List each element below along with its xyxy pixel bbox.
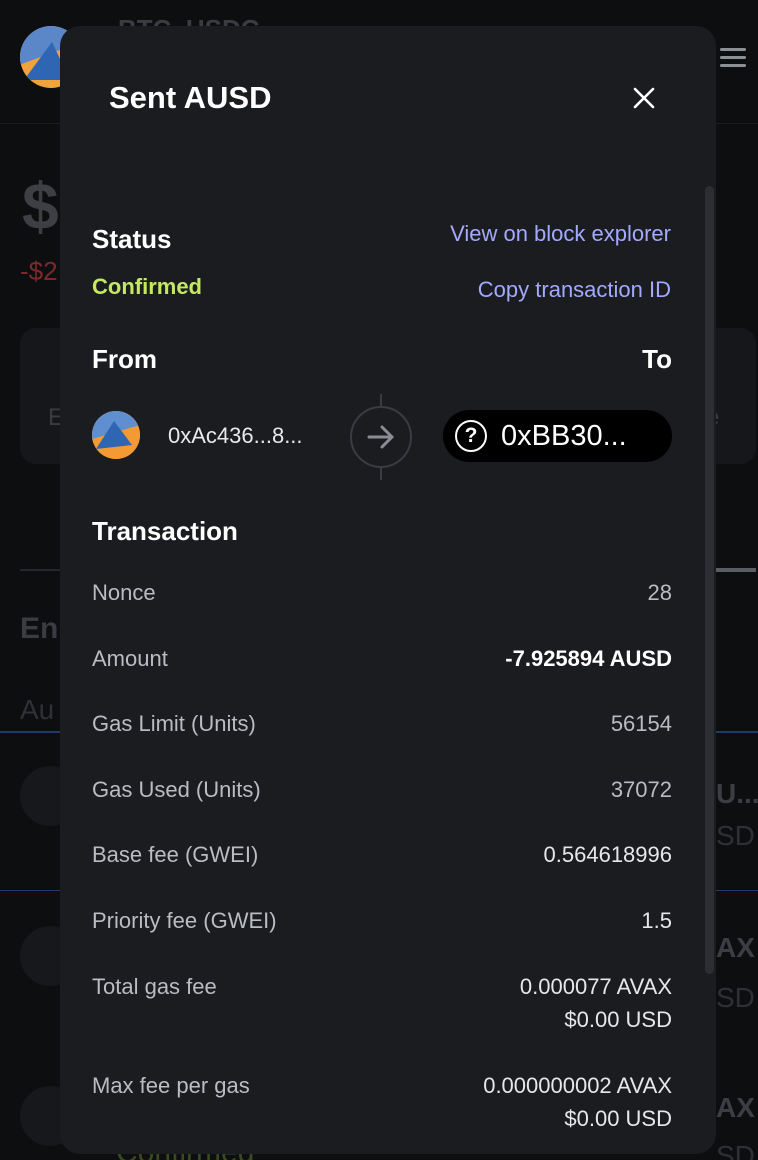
hamburger-menu-icon[interactable] bbox=[720, 48, 746, 72]
list-item-subtitle: SD bbox=[716, 982, 755, 1013]
arrow-right-icon bbox=[367, 425, 394, 449]
from-address[interactable]: 0xAc436...8... bbox=[168, 423, 303, 449]
scrollbar[interactable] bbox=[705, 186, 714, 974]
active-tab-indicator bbox=[716, 568, 756, 572]
max-fee-per-gas-value: 0.000000002 AVAX bbox=[483, 1073, 672, 1098]
priority-fee-value: 1.5 bbox=[641, 908, 672, 933]
total-gas-fee-value: 0.000077 AVAX bbox=[519, 974, 672, 999]
balance-change: -$2 bbox=[20, 256, 58, 286]
list-item-title: AX bbox=[716, 932, 755, 963]
max-fee-per-gas-label: Max fee per gas bbox=[92, 1073, 250, 1098]
gas-used-label: Gas Used (Units) bbox=[92, 777, 261, 802]
gas-used-value: 37072 bbox=[610, 777, 672, 802]
transaction-details-modal: Sent AUSD Status Confirmed View on block… bbox=[60, 26, 716, 1154]
direction-indicator bbox=[350, 406, 412, 468]
nonce-label: Nonce bbox=[92, 580, 156, 605]
total-gas-fee-usd: $0.00 USD bbox=[564, 1007, 672, 1032]
to-address-pill[interactable]: ? 0xBB30... bbox=[443, 410, 672, 462]
close-button[interactable] bbox=[628, 82, 660, 114]
list-item-title: AX bbox=[716, 1092, 755, 1123]
section-heading: En bbox=[20, 612, 59, 645]
total-gas-fee-label: Total gas fee bbox=[92, 974, 217, 999]
balance-amount: $ bbox=[22, 169, 59, 243]
gas-limit-label: Gas Limit (Units) bbox=[92, 711, 256, 736]
base-fee-value: 0.564618996 bbox=[543, 842, 672, 867]
list-item-subtitle: SD bbox=[716, 820, 755, 851]
from-avatar bbox=[92, 411, 140, 459]
nonce-value: 28 bbox=[647, 580, 672, 605]
close-icon bbox=[633, 87, 655, 109]
section-subheading: Au bbox=[20, 694, 55, 725]
priority-fee-label: Priority fee (GWEI) bbox=[92, 908, 277, 933]
list-item-subtitle: SD bbox=[716, 1140, 755, 1160]
max-fee-per-gas-usd: $0.00 USD bbox=[564, 1106, 672, 1131]
amount-value: -7.925894 AUSD bbox=[505, 646, 672, 671]
list-item-title: U... bbox=[716, 778, 758, 809]
gas-limit-value: 56154 bbox=[610, 711, 672, 736]
from-label: From bbox=[92, 344, 157, 374]
base-fee-label: Base fee (GWEI) bbox=[92, 842, 259, 867]
amount-label: Amount bbox=[92, 646, 168, 671]
question-icon: ? bbox=[455, 420, 487, 452]
view-on-block-explorer-link[interactable]: View on block explorer bbox=[450, 221, 671, 247]
copy-transaction-id-link[interactable]: Copy transaction ID bbox=[478, 277, 671, 303]
status-badge: Confirmed bbox=[92, 274, 202, 299]
connector-line bbox=[380, 468, 382, 480]
to-label: To bbox=[642, 344, 672, 374]
transaction-section-title: Transaction bbox=[92, 516, 238, 546]
modal-title: Sent AUSD bbox=[109, 80, 272, 115]
to-address: 0xBB30... bbox=[501, 419, 627, 452]
connector-line bbox=[380, 394, 382, 406]
status-label: Status bbox=[92, 224, 172, 254]
